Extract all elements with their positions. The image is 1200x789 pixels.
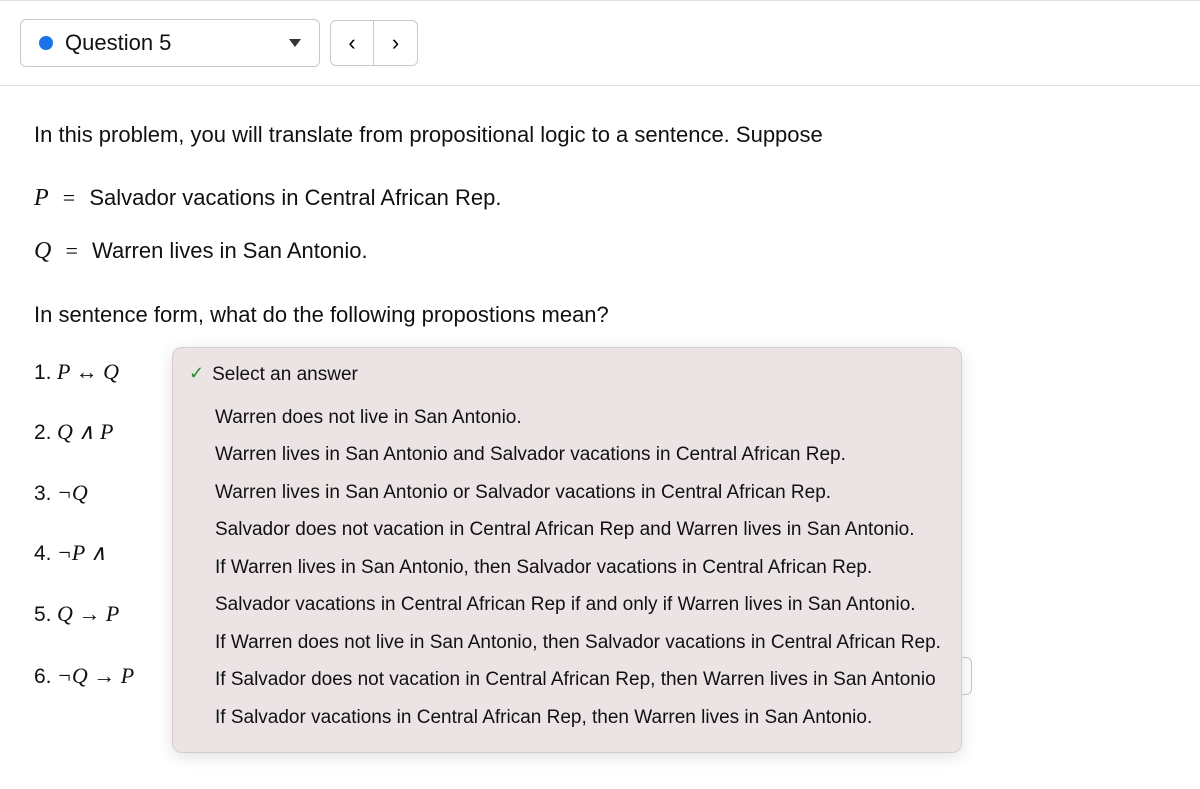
question-label: Question 5 bbox=[65, 30, 171, 56]
prev-button[interactable]: ‹ bbox=[330, 20, 374, 66]
question-body: In this problem, you will translate from… bbox=[0, 86, 1200, 745]
dropdown-option[interactable]: Warren lives in San Antonio and Salvador… bbox=[189, 436, 945, 473]
answer-dropdown[interactable]: ✓ Select an answer Warren does not live … bbox=[172, 347, 962, 753]
items-list: 1. P ↔ Q ⇅ 2. Q ∧ P 3. ¬Q S 4. ¬P ∧ bbox=[34, 355, 1166, 696]
question-selector[interactable]: Question 5 bbox=[20, 19, 320, 67]
chevron-right-icon: › bbox=[392, 30, 399, 56]
dropdown-option[interactable]: If Warren does not live in San Antonio, … bbox=[189, 624, 945, 661]
dropdown-option[interactable]: Salvador vacations in Central African Re… bbox=[189, 586, 945, 623]
dropdown-option[interactable]: If Salvador vacations in Central African… bbox=[189, 699, 945, 736]
chevron-down-icon bbox=[289, 39, 301, 47]
q-var: Q bbox=[34, 238, 51, 264]
intro-text: In this problem, you will translate from… bbox=[34, 118, 1166, 152]
dropdown-option[interactable]: Salvador does not vacation in Central Af… bbox=[189, 511, 945, 548]
prompt-text: In sentence form, what do the following … bbox=[34, 298, 1166, 332]
status-dot-icon bbox=[39, 36, 53, 50]
p-var: P bbox=[34, 185, 49, 211]
dropdown-option[interactable]: If Salvador does not vacation in Central… bbox=[189, 661, 945, 698]
chevron-left-icon: ‹ bbox=[348, 30, 355, 56]
check-icon: ✓ bbox=[189, 360, 204, 388]
equals-sign: = bbox=[55, 185, 83, 210]
nav-buttons: ‹ › bbox=[330, 20, 418, 66]
p-definition: Salvador vacations in Central African Re… bbox=[89, 185, 501, 210]
q-definition: Warren lives in San Antonio. bbox=[92, 238, 368, 263]
dropdown-option[interactable]: Warren lives in San Antonio or Salvador … bbox=[189, 474, 945, 511]
dropdown-option[interactable]: If Warren lives in San Antonio, then Sal… bbox=[189, 549, 945, 586]
dropdown-option[interactable]: Warren does not live in San Antonio. bbox=[189, 399, 945, 436]
dropdown-header[interactable]: ✓ Select an answer bbox=[189, 360, 945, 389]
equals-sign: = bbox=[57, 238, 85, 263]
next-button[interactable]: › bbox=[374, 20, 418, 66]
toolbar: Question 5 ‹ › bbox=[0, 0, 1200, 86]
definitions: P = Salvador vacations in Central Africa… bbox=[34, 180, 1166, 270]
